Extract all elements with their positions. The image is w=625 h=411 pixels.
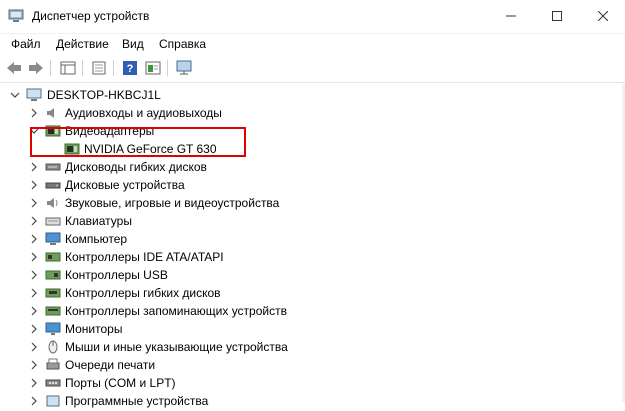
menu-file[interactable]: Файл: [11, 37, 41, 51]
chevron-right-icon[interactable]: [29, 360, 39, 370]
storage-controller-icon: [45, 304, 61, 318]
tree-item-label: Контроллеры гибких дисков: [65, 286, 221, 300]
svg-text:?: ?: [127, 63, 134, 75]
tree-item-label: Компьютер: [65, 232, 128, 246]
tree-category-item[interactable]: Порты (COM и LPT): [0, 374, 625, 392]
menu-view[interactable]: Вид: [122, 37, 144, 51]
red-highlight-box: [30, 127, 246, 157]
maximize-button[interactable]: [534, 0, 580, 32]
tree-category-item[interactable]: Компьютер: [0, 230, 625, 248]
computer-icon: [26, 88, 42, 102]
tree-category-item[interactable]: Дисководы гибких дисков: [0, 158, 625, 176]
chevron-right-icon[interactable]: [29, 342, 39, 352]
chevron-right-icon[interactable]: [29, 288, 39, 298]
tree-item-label: Программные устройства: [65, 394, 209, 408]
keyboard-icon: [45, 214, 61, 228]
toolbar-separator: [167, 60, 168, 76]
show-hide-console-tree-icon[interactable]: [144, 59, 162, 77]
device-list-icon[interactable]: [90, 59, 108, 77]
close-button[interactable]: [580, 0, 625, 32]
toolbar-separator: [50, 60, 51, 76]
toolbar: ?: [0, 55, 625, 83]
chevron-right-icon[interactable]: [29, 162, 39, 172]
chevron-right-icon[interactable]: [29, 252, 39, 262]
tree-category-item[interactable]: Программные устройства: [0, 392, 625, 410]
monitor-scan-icon[interactable]: [175, 59, 193, 77]
help-icon[interactable]: ?: [121, 59, 139, 77]
computer-icon: [45, 232, 61, 246]
toolbar-separator: [113, 60, 114, 76]
tree-item-label: Дисководы гибких дисков: [65, 160, 207, 174]
title-bar: Диспетчер устройств: [0, 0, 625, 34]
tree-item-label: Контроллеры запоминающих устройств: [65, 304, 287, 318]
minimize-button[interactable]: [488, 0, 534, 32]
tree-item-label: Звуковые, игровые и видеоустройства: [65, 196, 280, 210]
tree-root[interactable]: DESKTOP-HKBCJ1L: [0, 86, 625, 104]
menu-bar: Файл Действие Вид Справка: [0, 34, 625, 54]
back-arrow-icon[interactable]: [5, 59, 23, 77]
sound-icon: [45, 196, 61, 210]
tree-item-label: Контроллеры USB: [65, 268, 168, 282]
mouse-icon: [45, 340, 61, 354]
port-icon: [45, 376, 61, 390]
tree-category-item[interactable]: Контроллеры запоминающих устройств: [0, 302, 625, 320]
chevron-right-icon[interactable]: [29, 108, 39, 118]
forward-arrow-icon[interactable]: [27, 59, 45, 77]
floppy-controller-icon: [45, 286, 61, 300]
chevron-right-icon[interactable]: [29, 198, 39, 208]
disk-drive-icon: [45, 178, 61, 192]
printer-icon: [45, 358, 61, 372]
menu-help[interactable]: Справка: [159, 37, 206, 51]
tree-category-item[interactable]: Мыши и иные указывающие устройства: [0, 338, 625, 356]
tree-category-item[interactable]: Мониторы: [0, 320, 625, 338]
tree-item-label: Порты (COM и LPT): [65, 376, 176, 390]
speaker-icon: [45, 106, 61, 120]
tree-item-label: Мыши и иные указывающие устройства: [65, 340, 288, 354]
tree-category-item[interactable]: Аудиовходы и аудиовыходы: [0, 104, 625, 122]
tree-category-item[interactable]: Клавиатуры: [0, 212, 625, 230]
chevron-right-icon[interactable]: [29, 306, 39, 316]
chevron-right-icon[interactable]: [29, 180, 39, 190]
floppy-drive-icon: [45, 160, 61, 174]
tree-category-item[interactable]: Очереди печати: [0, 356, 625, 374]
chevron-right-icon[interactable]: [29, 234, 39, 244]
menu-action[interactable]: Действие: [56, 37, 109, 51]
tree-category-item[interactable]: Дисковые устройства: [0, 176, 625, 194]
properties-pane-icon[interactable]: [59, 59, 77, 77]
tree-category-item[interactable]: Звуковые, игровые и видеоустройства: [0, 194, 625, 212]
chevron-right-icon[interactable]: [29, 324, 39, 334]
chevron-down-icon[interactable]: [10, 90, 20, 100]
tree-category-item[interactable]: Контроллеры USB: [0, 266, 625, 284]
tree-item-label: Очереди печати: [65, 358, 156, 372]
toolbar-separator: [82, 60, 83, 76]
tree-item-label: Дисковые устройства: [65, 178, 185, 192]
tree-item-label: Аудиовходы и аудиовыходы: [65, 106, 222, 120]
tree-root-label: DESKTOP-HKBCJ1L: [47, 88, 161, 102]
chevron-right-icon[interactable]: [29, 396, 39, 406]
tree-category-item[interactable]: Контроллеры гибких дисков: [0, 284, 625, 302]
software-device-icon: [45, 394, 61, 408]
device-manager-app-icon: [8, 9, 24, 23]
chevron-right-icon[interactable]: [29, 216, 39, 226]
ide-controller-icon: [45, 250, 61, 264]
chevron-right-icon[interactable]: [29, 378, 39, 388]
tree-item-label: Мониторы: [65, 322, 123, 336]
window-title: Диспетчер устройств: [32, 9, 150, 23]
tree-item-label: Контроллеры IDE ATA/ATAPI: [65, 250, 224, 264]
tree-item-label: Клавиатуры: [65, 214, 132, 228]
monitor-icon: [45, 322, 61, 336]
chevron-right-icon[interactable]: [29, 270, 39, 280]
tree-category-item[interactable]: Контроллеры IDE ATA/ATAPI: [0, 248, 625, 266]
usb-icon: [45, 268, 61, 282]
